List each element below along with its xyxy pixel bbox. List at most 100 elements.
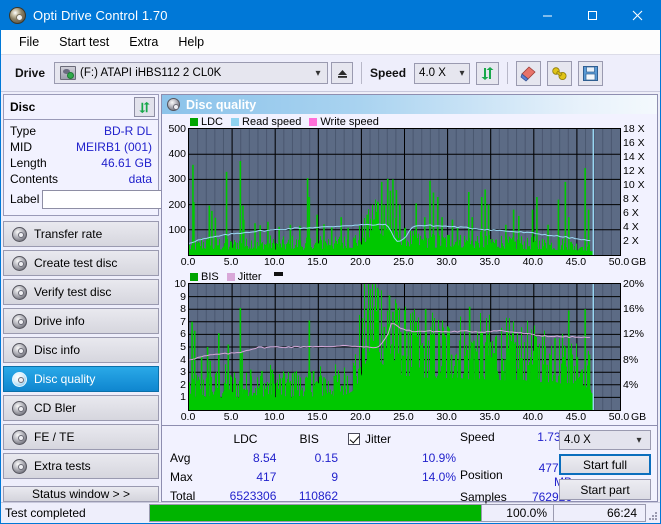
legend-item-bis: BIS (190, 271, 219, 283)
sidebar-item-extra-tests[interactable]: Extra tests (3, 453, 159, 479)
y2-tick-label: 8% (623, 353, 639, 366)
resize-grip-icon[interactable] (646, 503, 660, 523)
avg-bis-value: 0.15 (314, 450, 338, 465)
title-bar: Opti Drive Control 1.70 (1, 1, 660, 30)
speed-select[interactable]: 4.0 X ▾ (414, 62, 471, 84)
menu-extra[interactable]: Extra (120, 32, 167, 52)
y2-tick-label: 20% (623, 278, 645, 290)
x-tick-label: 20.0 (350, 256, 371, 268)
col-header-bis: BIS (299, 431, 319, 446)
disc-contents-label: Contents (10, 172, 59, 186)
x-tick-label: 15.0 (307, 256, 328, 268)
sidebar-item-label: Extra tests (34, 459, 91, 473)
sidebar-item-cd-bler[interactable]: CD Bler (3, 395, 159, 421)
sidebar-item-label: Drive info (34, 314, 85, 328)
app-disc-icon (9, 7, 26, 24)
disc-row-contents: Contents data (10, 171, 152, 187)
disc-info-rows: Type BD-R DL MID MEIRB1 (001) Length 46.… (4, 120, 212, 215)
jitter-checkbox-row[interactable]: Jitter (342, 432, 456, 446)
erase-button[interactable] (516, 60, 542, 86)
y-tick-label: 3 (180, 366, 186, 379)
sidebar-item-label: Verify test disc (34, 285, 112, 299)
drive-select[interactable]: (F:) ATAPI iHBS112 2 CL0K ▾ (54, 62, 329, 84)
eject-button[interactable] (331, 62, 354, 84)
close-icon[interactable] (615, 1, 660, 30)
tools-button[interactable] (547, 60, 573, 86)
menu-start-test[interactable]: Start test (50, 32, 118, 52)
sidebar-item-label: Disc info (34, 343, 81, 357)
start-part-button[interactable]: Start part (559, 479, 651, 500)
legend-label: Read speed (242, 115, 302, 128)
samples-stat-label: Samples (460, 490, 507, 504)
ldc-y-axis-left: 100 200 300 400 500 (164, 123, 188, 256)
disc-row-type: Type BD-R DL (10, 123, 152, 139)
maximize-icon[interactable] (570, 1, 615, 30)
y-tick-label: 7 (180, 315, 186, 328)
table-row: Avg 8.54 0.15 (168, 448, 340, 467)
disc-mid-value: MEIRB1 (001) (75, 140, 152, 154)
save-button[interactable] (578, 60, 604, 86)
sidebar-item-create-test-disc[interactable]: Create test disc (3, 250, 159, 276)
window-title: Opti Drive Control 1.70 (33, 8, 168, 23)
sidebar-item-transfer-rate[interactable]: Transfer rate (3, 221, 159, 247)
test-speed-select[interactable]: 4.0 X ▾ (559, 430, 651, 450)
row-label-avg: Avg (170, 450, 191, 465)
avg-jitter-value: 10.9% (421, 450, 456, 465)
nav-list: Transfer rate Create test disc Verify te… (3, 221, 159, 479)
disc-icon (12, 458, 27, 474)
legend-swatch (226, 272, 235, 281)
start-full-button[interactable]: Start full (559, 454, 651, 475)
jitter-checkbox[interactable] (348, 432, 360, 445)
speed-select-value: 4.0 X (419, 67, 446, 79)
disc-icon (167, 98, 180, 111)
max-jitter-value: 14.0% (421, 469, 456, 484)
sidebar-item-disc-info[interactable]: Disc info (3, 337, 159, 363)
x-tick-label: 10.0 (263, 256, 285, 268)
menu-bar: File Start test Extra Help (1, 30, 660, 55)
menu-help[interactable]: Help (169, 32, 213, 52)
table-row: 10.9% (340, 448, 458, 467)
disc-icon (12, 371, 27, 387)
x-tick-label: 40.0 (522, 256, 544, 268)
y2-tick-label: 10 X (623, 179, 645, 191)
bis-plot-area (188, 283, 621, 411)
progress-bar-fill (150, 505, 481, 521)
x-tick-label: 45.0 (565, 411, 587, 423)
disc-refresh-button[interactable] (134, 97, 155, 117)
progress-stats-table: Speed 1.73 X Position 47731 MB Samples 7… (458, 429, 574, 505)
total-ldc-value: 6523306 (229, 488, 277, 503)
drive-label: Drive (15, 66, 46, 80)
avg-ldc-value: 8.54 (253, 450, 277, 465)
charts-area: LDC Read speed Write speed 100 200 300 4… (162, 114, 657, 425)
bis-x-axis: 0.0 5.0 10.0 15.0 20.0 25.0 30.0 35.0 40.0 45.0 50… (164, 411, 655, 425)
action-buttons: 4.0 X ▾ Start full Start part (559, 430, 651, 500)
y-tick-label: 8 (180, 303, 186, 316)
sidebar-item-disc-quality[interactable]: Disc quality (3, 366, 159, 392)
disc-icon (12, 400, 27, 416)
y-tick-label: 1 (180, 391, 186, 404)
ldc-chart: LDC Read speed Write speed 100 200 300 4… (164, 115, 655, 270)
disc-quality-panel: Disc quality LDC Read speed Write speed … (161, 94, 658, 505)
minimize-icon[interactable] (525, 1, 570, 30)
legend-marker-icon (273, 272, 283, 276)
y-tick-label: 6 (180, 328, 186, 341)
y-tick-label: 2 (180, 378, 186, 391)
disc-panel: Disc Type BD-R DL MID MEIRB1 (001) Lengt… (3, 94, 212, 216)
y-tick-label: 5 (180, 341, 186, 353)
window-controls (525, 1, 660, 30)
disc-icon (12, 313, 27, 329)
sidebar-item-drive-info[interactable]: Drive info (3, 308, 159, 334)
y2-tick-label: 4% (623, 378, 639, 391)
x-tick-label: 15.0 (307, 411, 328, 423)
sidebar-item-verify-test-disc[interactable]: Verify test disc (3, 279, 159, 305)
table-row: Max 417 9 (168, 467, 340, 486)
status-window-button[interactable]: Status window > > (3, 486, 159, 502)
menu-file[interactable]: File (10, 32, 48, 52)
jitter-header-row: Jitter (340, 429, 458, 448)
y-tick-label: 9 (180, 290, 186, 303)
chevron-down-icon: ▾ (315, 67, 321, 79)
refresh-button[interactable] (476, 61, 500, 85)
y2-tick-label: 16 X (623, 137, 645, 149)
sidebar-item-fe-te[interactable]: FE / TE (3, 424, 159, 450)
drive-select-value: (F:) ATAPI iHBS112 2 CL0K (80, 67, 222, 79)
